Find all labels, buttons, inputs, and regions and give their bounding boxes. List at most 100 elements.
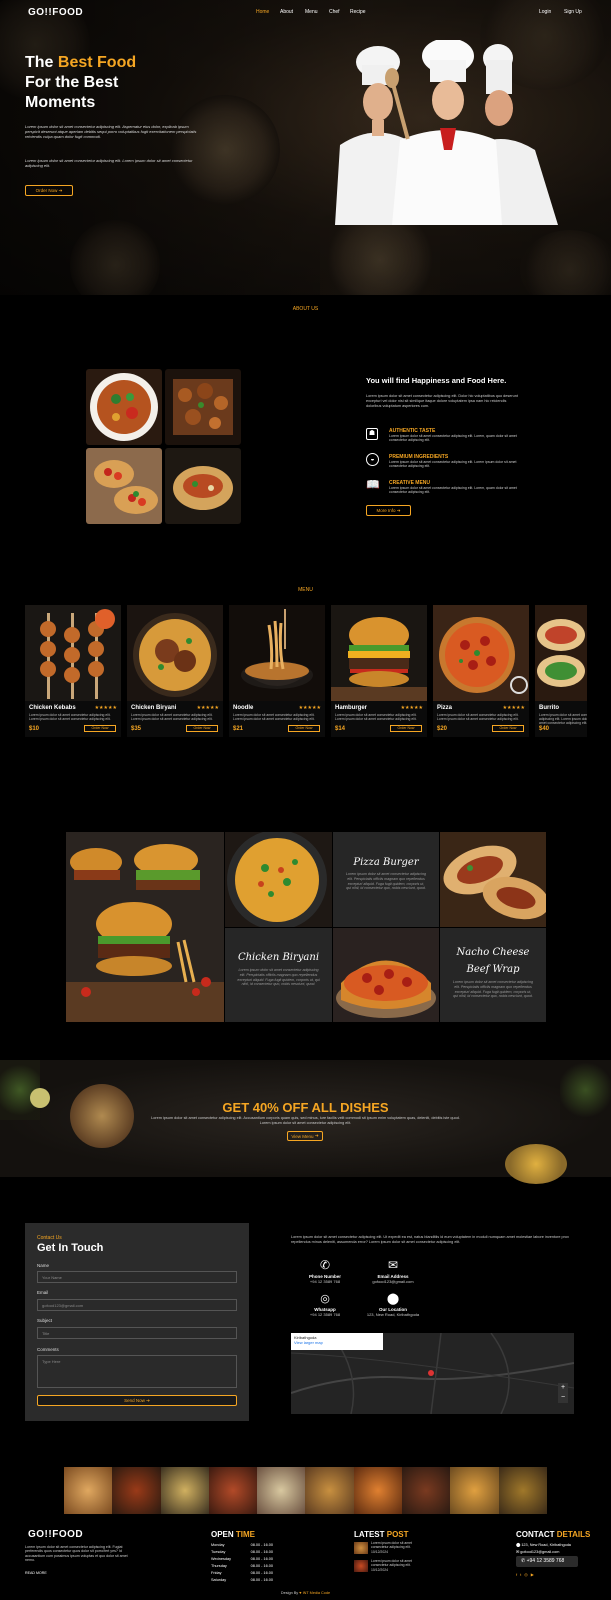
nav-home[interactable]: Home [256,9,269,15]
open-time-title-b: TIME [235,1530,256,1539]
read-more-link[interactable]: READ MORE [25,1571,47,1575]
footer-address: ⬤ 123, New Road, Kiribathgoda [516,1542,571,1547]
contact-title: Get In Touch [37,1242,104,1254]
comments-textarea[interactable]: Type Here [37,1355,237,1388]
more-info-button[interactable]: More Info ➔ [366,505,411,516]
about-title: You will find Happiness and Food Here. [366,376,507,385]
credit-link[interactable]: INT Media Code [303,1591,331,1595]
location-info: ⬤ Our Location 123, New Road, Kiribathgoda [358,1292,428,1317]
order-now-button[interactable]: Order Now [390,725,422,732]
send-now-button[interactable]: Send Now ➔ [37,1395,237,1406]
order-now-button[interactable]: Order Now [492,725,524,732]
menu-card[interactable]: Hamburger ★★★★★ Lorem ipsum dolor sit am… [331,605,427,737]
gallery-image-pizza [333,928,439,1022]
footer-email-text: gofood123@gmail.com [520,1550,560,1554]
heart-icon: ♥ [299,1591,302,1595]
footer-address-text: 123, New Road, Kiribathgoda [521,1543,571,1547]
open-time-title-a: OPEN [211,1530,236,1539]
nav-chef[interactable]: Chef [329,9,340,15]
promo-text: Lorem ipsum dolor sit amet consectetur a… [151,1116,460,1125]
gallery-image-wrap [440,832,546,927]
phone-icon: ✆ [521,1558,526,1564]
subject-input[interactable]: Title [37,1327,237,1339]
post-text[interactable]: Lorem ipsum dolor sit amet consectetur a… [371,1541,421,1549]
menu-card[interactable]: Chicken Kebabs ★★★★★ Lorem ipsum dolor s… [25,605,121,737]
logo[interactable]: GO!!FOOD [28,7,83,18]
premium-ingredients-icon: ◒ [366,453,379,466]
order-now-button[interactable]: Order Now [186,725,218,732]
nav-recipe[interactable]: Recipe [350,9,366,15]
order-now-button[interactable]: Order Now [288,725,320,732]
menu-item-desc: Lorem ipsum dolor sit amet consectetur a… [131,713,213,721]
footer-logo[interactable]: GO!!FOOD [28,1529,83,1540]
hero-title-accent: Best Food [57,54,137,71]
menu-item-name: Chicken Biryani [131,705,177,711]
subject-label: Subject [37,1318,53,1323]
login-link[interactable]: Login [539,9,551,15]
strip-image [353,1467,403,1514]
nav-about[interactable]: About [280,9,293,15]
menu-card[interactable]: Pizza ★★★★★ Lorem ipsum dolor sit amet c… [433,605,529,737]
hero-title-line3: Moments [25,94,96,111]
hours-day: Thursday [211,1564,227,1568]
menu-card[interactable]: Chicken Biryani ★★★★★ Lorem ipsum dolor … [127,605,223,737]
view-menu-label: View Menu [291,1133,314,1139]
hours-time: 08.00 - 16.00 [250,1543,273,1547]
map-zoom-controls[interactable]: + − [558,1383,568,1403]
contact-text: Lorem ipsum dolor sit amet consectetur a… [291,1235,569,1244]
menu-item-price: $10 [29,726,40,732]
map-pin-icon: ⬤ [516,1543,521,1547]
rating-stars-icon: ★★★★★ [94,705,117,711]
strip-image [112,1467,161,1514]
menu-card[interactable]: Noodle ★★★★★ Lorem ipsum dolor sit amet … [229,605,325,737]
hero-title: The Best Food For the Best Moments [25,53,136,113]
envelope-icon: ✉ [387,1258,399,1272]
phone-info: ✆ Phone Number +94 12 3589 768 [290,1258,360,1284]
nacho-desc: Lorem ipsum dolor sit amet consectetur a… [453,980,533,999]
hours-day: Wednesday [211,1557,231,1561]
about-image-noodles [86,369,162,445]
footer-phone-button[interactable]: ✆ +94 12 3589 768 [516,1556,578,1567]
email-value: gofood123@gmail.com [372,1279,414,1284]
post-date: 10/12/2024 [371,1568,388,1572]
order-now-button[interactable]: Order Now [84,725,116,732]
email-input[interactable]: gofood123@gmail.com [37,1299,237,1311]
view-larger-map-link[interactable]: View larger map [294,1340,380,1345]
about-image-tortilla [165,448,241,524]
menu-card[interactable]: Burrito Lorem ipsum dolor sit amet conse… [535,605,587,737]
post-text[interactable]: Lorem ipsum dolor sit amet consectetur a… [371,1559,421,1567]
whatsapp-icon: ◎ [320,1293,330,1305]
map-embed[interactable]: Kiribathgoda View larger map + − [291,1333,574,1414]
hours-time: 08.00 - 16.00 [250,1550,273,1554]
menu-item-name: Noodle [233,705,254,711]
youtube-icon[interactable]: ▶ [531,1572,537,1577]
open-hours-list: Monday 08.00 - 16.00 Tuesday 08.00 - 16.00… [211,1542,273,1584]
feature-text: Lorem ipsum dolor sit amet consectetur a… [389,486,517,494]
post-thumbnail[interactable] [354,1542,368,1554]
menu-item-desc: Lorem ipsum dolor sit amet consectetur a… [233,713,315,721]
name-input[interactable]: Your Name [37,1271,237,1283]
gallery-image-burger [66,832,224,1022]
strip-image [64,1467,113,1514]
menu-image-kebabs [25,605,121,701]
hours-time: 08.00 - 16.00 [250,1578,273,1582]
nacho-title: Nacho Cheese Beef Wrap [440,944,546,978]
strip-image [305,1467,354,1514]
location-value: 123, New Road, Kiribathgoda [366,1312,420,1317]
hours-row: Thursday 08.00 - 16.00 [211,1563,273,1570]
arrow-right-icon: ➔ [314,1133,319,1138]
menu-item-name: Chicken Kebabs [29,705,76,711]
whatsapp-info: ◎ Whatsapp +94 12 3589 768 [290,1292,360,1317]
signup-link[interactable]: Sign Up [564,9,582,15]
menu-item-price: $21 [233,726,244,732]
phone-value: +94 12 3589 768 [309,1279,341,1284]
name-label: Name [37,1263,50,1268]
nav-menu[interactable]: Menu [305,9,318,15]
nacho-title-line2: Beef Wrap [466,964,520,975]
menu-item-price: $35 [131,726,142,732]
post-thumbnail[interactable] [354,1560,368,1572]
strip-image [257,1467,306,1514]
contact-label: Contact Us [37,1235,62,1241]
view-menu-button[interactable]: View Menu ➔ [287,1131,323,1141]
order-now-button[interactable]: Order Now ➔ [25,185,73,196]
